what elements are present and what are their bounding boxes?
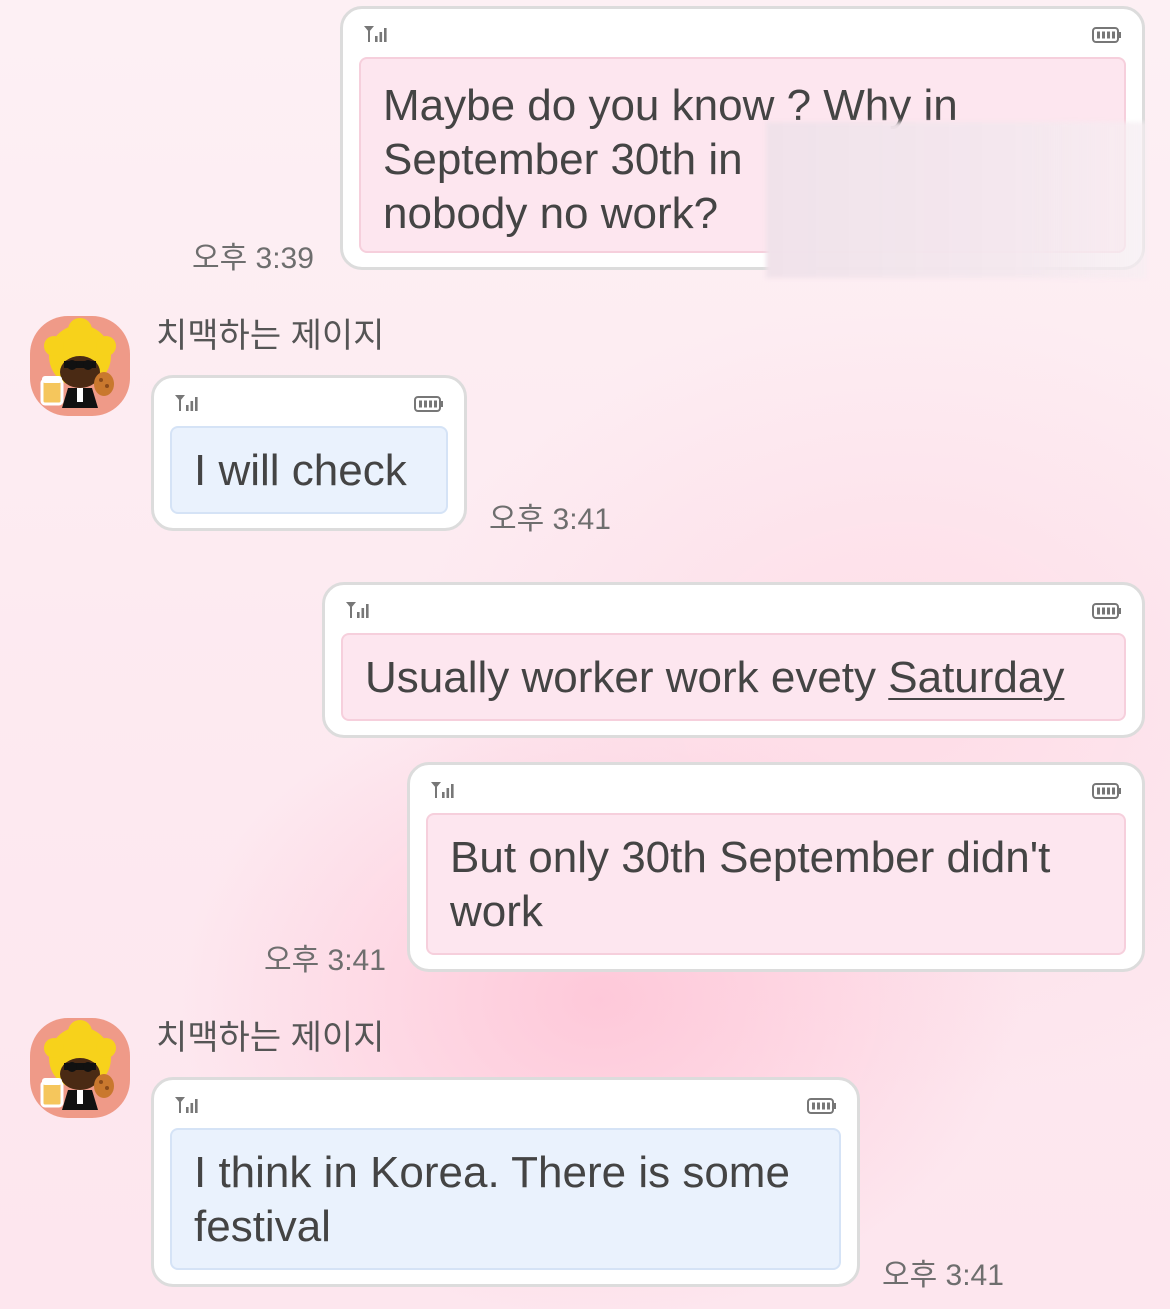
message-time: 오후 3:41 <box>489 503 611 536</box>
message-time: 오후 3:39 <box>192 242 314 275</box>
status-bar <box>345 601 1122 623</box>
signal-icon <box>174 394 200 412</box>
status-bar <box>174 1096 837 1118</box>
battery-icon <box>1092 27 1122 43</box>
avatar[interactable] <box>30 316 130 416</box>
avatar[interactable] <box>30 1018 130 1118</box>
signal-icon <box>430 781 456 799</box>
message-bubble-received[interactable]: I will check <box>151 375 467 531</box>
battery-icon <box>1092 603 1122 619</box>
message-body: Usually worker work evety Saturday <box>341 633 1126 721</box>
status-bar <box>363 25 1122 47</box>
signal-icon <box>363 25 389 43</box>
message-time: 오후 3:41 <box>882 1259 1004 1292</box>
message-bubble-received[interactable]: I think in Korea. There is some festival <box>151 1077 860 1287</box>
sender-name: 치맥하는 제이지 <box>156 317 385 355</box>
message-time: 오후 3:41 <box>264 944 386 977</box>
jay-g-avatar-icon <box>30 316 130 416</box>
message-body: But only 30th September didn't work <box>426 813 1126 955</box>
message-text: I think in Korea. There is some festival <box>194 1148 790 1251</box>
battery-icon <box>1092 783 1122 799</box>
date-link[interactable]: Saturday <box>888 653 1064 702</box>
status-bar <box>174 394 444 416</box>
status-bar <box>430 781 1122 803</box>
signal-icon <box>345 601 371 619</box>
message-body: I will check <box>170 426 448 514</box>
message-text: But only 30th September didn't work <box>450 833 1051 936</box>
redacted-area <box>766 122 1146 278</box>
signal-icon <box>174 1096 200 1114</box>
message-text-plain: Usually worker work evety <box>365 653 889 702</box>
jay-g-avatar-icon <box>30 1018 130 1118</box>
message-text: I will check <box>194 446 407 495</box>
sender-name: 치맥하는 제이지 <box>156 1019 385 1057</box>
message-body: I think in Korea. There is some festival <box>170 1128 841 1270</box>
battery-icon <box>414 396 444 412</box>
message-text: Usually worker work evety Saturday <box>365 651 1102 705</box>
battery-icon <box>807 1098 837 1114</box>
message-bubble-sent[interactable]: But only 30th September didn't work <box>407 762 1145 972</box>
message-bubble-sent[interactable]: Usually worker work evety Saturday <box>322 582 1145 738</box>
